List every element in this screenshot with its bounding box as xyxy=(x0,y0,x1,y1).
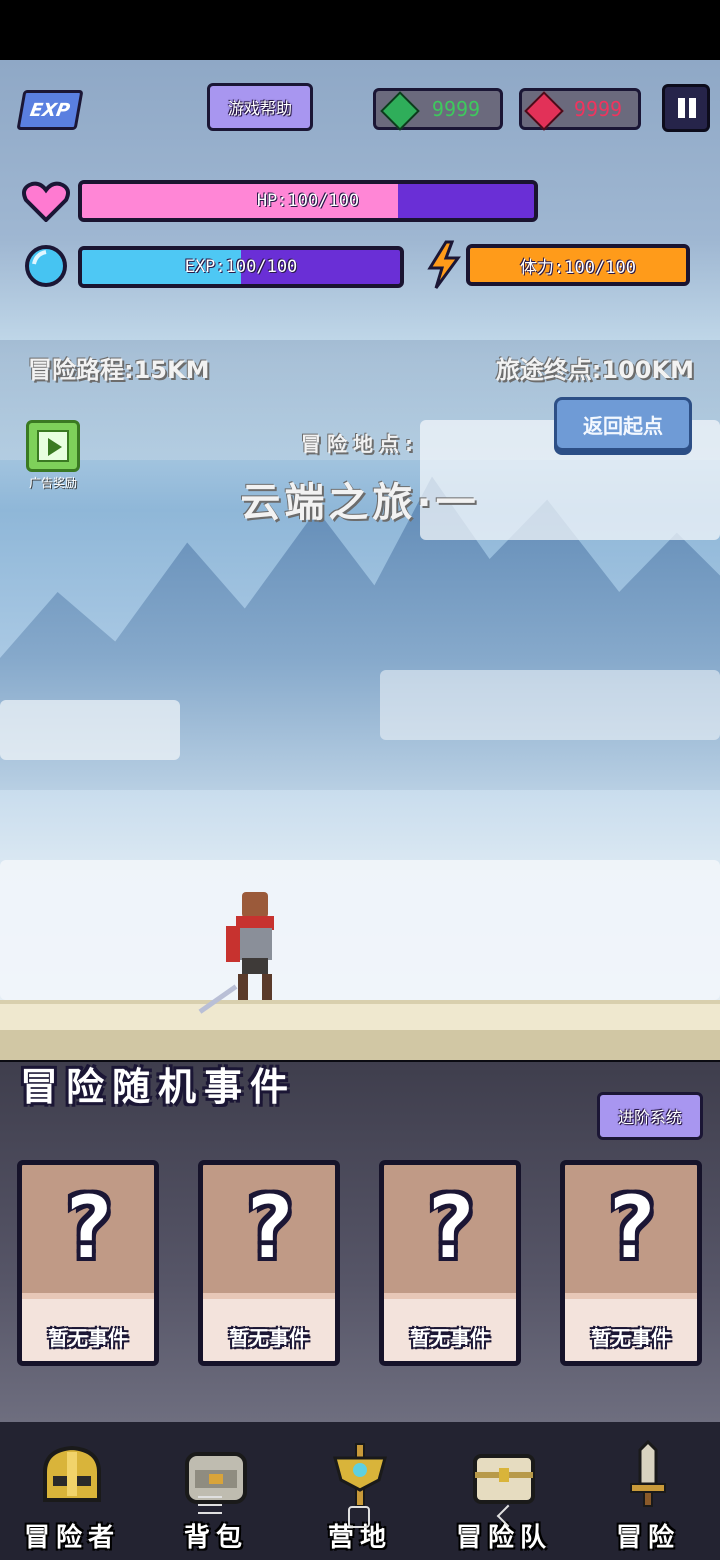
hp-bar: HP:100/100 xyxy=(78,180,538,222)
cloud xyxy=(380,670,720,740)
pause-icon-bar xyxy=(689,98,696,118)
unknown-event-icon: ? xyxy=(243,1178,295,1278)
unknown-event-icon: ? xyxy=(424,1178,476,1278)
pause-button[interactable] xyxy=(662,84,710,132)
stamina-bar: 体力:100/100 xyxy=(466,244,690,286)
bottom-nav: 冒险者 背包 营地 冒险队 冒险 xyxy=(0,1422,720,1560)
sword-icon xyxy=(613,1439,683,1510)
hp-bar-label: HP:100/100 xyxy=(256,191,360,211)
exp-bar: EXP:100/100 xyxy=(78,246,404,288)
event-card[interactable]: ? 暂无事件 xyxy=(379,1160,521,1366)
heart-icon xyxy=(22,180,70,223)
event-card[interactable]: ? 暂无事件 xyxy=(17,1160,159,1366)
advance-system-button[interactable]: 进阶系统 xyxy=(597,1092,703,1140)
nav-team[interactable]: 冒险队 xyxy=(432,1422,576,1560)
unknown-event-icon: ? xyxy=(62,1178,114,1278)
mana-orb-icon xyxy=(22,244,70,288)
hero-character xyxy=(198,892,292,1014)
nav-adventure-label: 冒险 xyxy=(615,1523,680,1553)
level-display: EXP LV.100 xyxy=(16,88,172,130)
exp-badge-icon: EXP xyxy=(16,90,84,130)
camp-banner-icon xyxy=(325,1440,395,1510)
event-card[interactable]: ? 暂无事件 xyxy=(198,1160,340,1366)
team-chest-icon xyxy=(469,1440,539,1510)
stamina-bar-label: 体力:100/100 xyxy=(520,257,636,278)
location-caption: 冒险地点: xyxy=(301,432,419,456)
event-card-label: 暂无事件 xyxy=(410,1326,490,1350)
game-help-label: 游戏帮助 xyxy=(227,99,292,118)
unknown-event-icon: ? xyxy=(605,1178,657,1278)
lightning-icon xyxy=(424,240,464,290)
nav-backpack-label: 背包 xyxy=(183,1523,248,1553)
home-icon[interactable] xyxy=(348,1506,370,1528)
nav-adventure[interactable]: 冒险 xyxy=(576,1422,720,1560)
journey-destination: 旅途终点:100KM xyxy=(495,356,694,384)
nav-backpack[interactable]: 背包 xyxy=(144,1422,288,1560)
helmet-icon xyxy=(37,1440,107,1510)
nav-adventurer-label: 冒险者 xyxy=(23,1523,120,1553)
event-card-label: 暂无事件 xyxy=(48,1326,128,1350)
exp-bar-label: EXP:100/100 xyxy=(184,257,298,277)
cloud-bank xyxy=(0,860,720,1000)
level-text: LV.100 xyxy=(87,96,161,120)
menu-icon[interactable] xyxy=(198,1496,226,1516)
game-help-button[interactable]: 游戏帮助 xyxy=(207,83,313,131)
status-bar xyxy=(0,0,720,60)
location-name: 云端之旅·一 xyxy=(240,480,480,526)
advance-system-label: 进阶系统 xyxy=(617,1108,682,1127)
event-card-label: 暂无事件 xyxy=(229,1326,309,1350)
event-card[interactable]: ? 暂无事件 xyxy=(560,1160,702,1366)
nav-camp[interactable]: 营地 xyxy=(288,1422,432,1560)
exp-badge-label: EXP xyxy=(28,99,72,121)
cloud xyxy=(0,700,180,760)
pause-icon xyxy=(678,98,685,118)
event-card-label: 暂无事件 xyxy=(591,1326,671,1350)
adventure-distance: 冒险路程:15KM xyxy=(28,356,210,384)
nav-adventurer[interactable]: 冒险者 xyxy=(0,1422,144,1560)
gem-counter: 9999 xyxy=(373,88,503,131)
ruby-counter: 9999 xyxy=(519,88,641,131)
random-events-title: 冒险随机事件 xyxy=(20,1065,297,1109)
